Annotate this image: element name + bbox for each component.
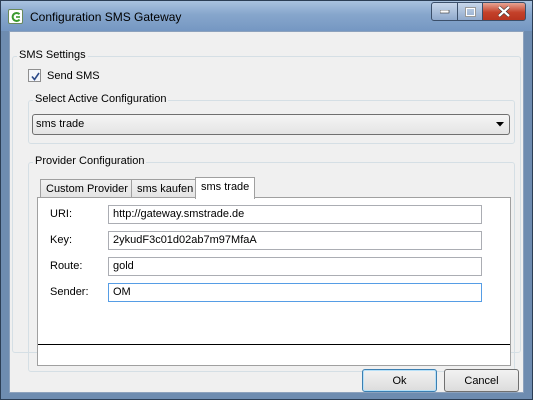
app-icon <box>8 9 23 24</box>
uri-field[interactable]: http://gateway.smstrade.de <box>108 205 482 224</box>
tab-sms-kaufen[interactable]: sms kaufen <box>131 179 200 198</box>
active-config-value: sms trade <box>36 118 85 130</box>
route-label: Route: <box>50 260 83 272</box>
send-sms-checkbox-row[interactable]: Send SMS <box>28 69 100 82</box>
tab-custom-provider[interactable]: Custom Provider <box>40 179 134 198</box>
send-sms-label: Send SMS <box>47 69 100 82</box>
key-field[interactable]: 2ykudF3c01d02ab7m97MfaA <box>108 231 482 250</box>
sms-settings-label: SMS Settings <box>17 49 88 61</box>
cancel-button[interactable]: Cancel <box>444 369 519 392</box>
panel-divider <box>38 344 510 345</box>
send-sms-checkbox[interactable] <box>28 69 41 82</box>
maximize-button[interactable] <box>457 2 483 21</box>
provider-config-label: Provider Configuration <box>33 155 147 167</box>
tab-sms-trade[interactable]: sms trade <box>195 177 256 199</box>
active-config-select[interactable]: sms trade <box>32 114 510 135</box>
route-field[interactable]: gold <box>108 257 482 276</box>
minimize-icon <box>439 9 449 13</box>
chevron-down-icon <box>496 122 504 127</box>
window-title: Configuration SMS Gateway <box>30 10 182 24</box>
maximize-icon <box>464 6 476 17</box>
title-bar[interactable]: Configuration SMS Gateway <box>1 1 532 31</box>
close-button[interactable] <box>482 2 526 21</box>
minimize-button[interactable] <box>431 2 458 21</box>
checkmark-icon <box>31 72 40 81</box>
dialog-client-area: SMS Settings Send SMS Select Active Conf… <box>9 31 524 393</box>
ok-button[interactable]: Ok <box>362 369 437 392</box>
key-label: Key: <box>50 234 73 246</box>
sender-label: Sender: <box>50 286 89 298</box>
sms-trade-tab-panel: URI: http://gateway.smstrade.de Key: 2yk… <box>37 197 511 366</box>
uri-label: URI: <box>50 208 72 220</box>
close-icon <box>498 6 510 17</box>
active-config-label: Select Active Configuration <box>33 93 169 105</box>
dialog-window: Configuration SMS Gateway SMS Settings S… <box>0 0 533 400</box>
sender-field[interactable]: OM <box>108 283 482 302</box>
